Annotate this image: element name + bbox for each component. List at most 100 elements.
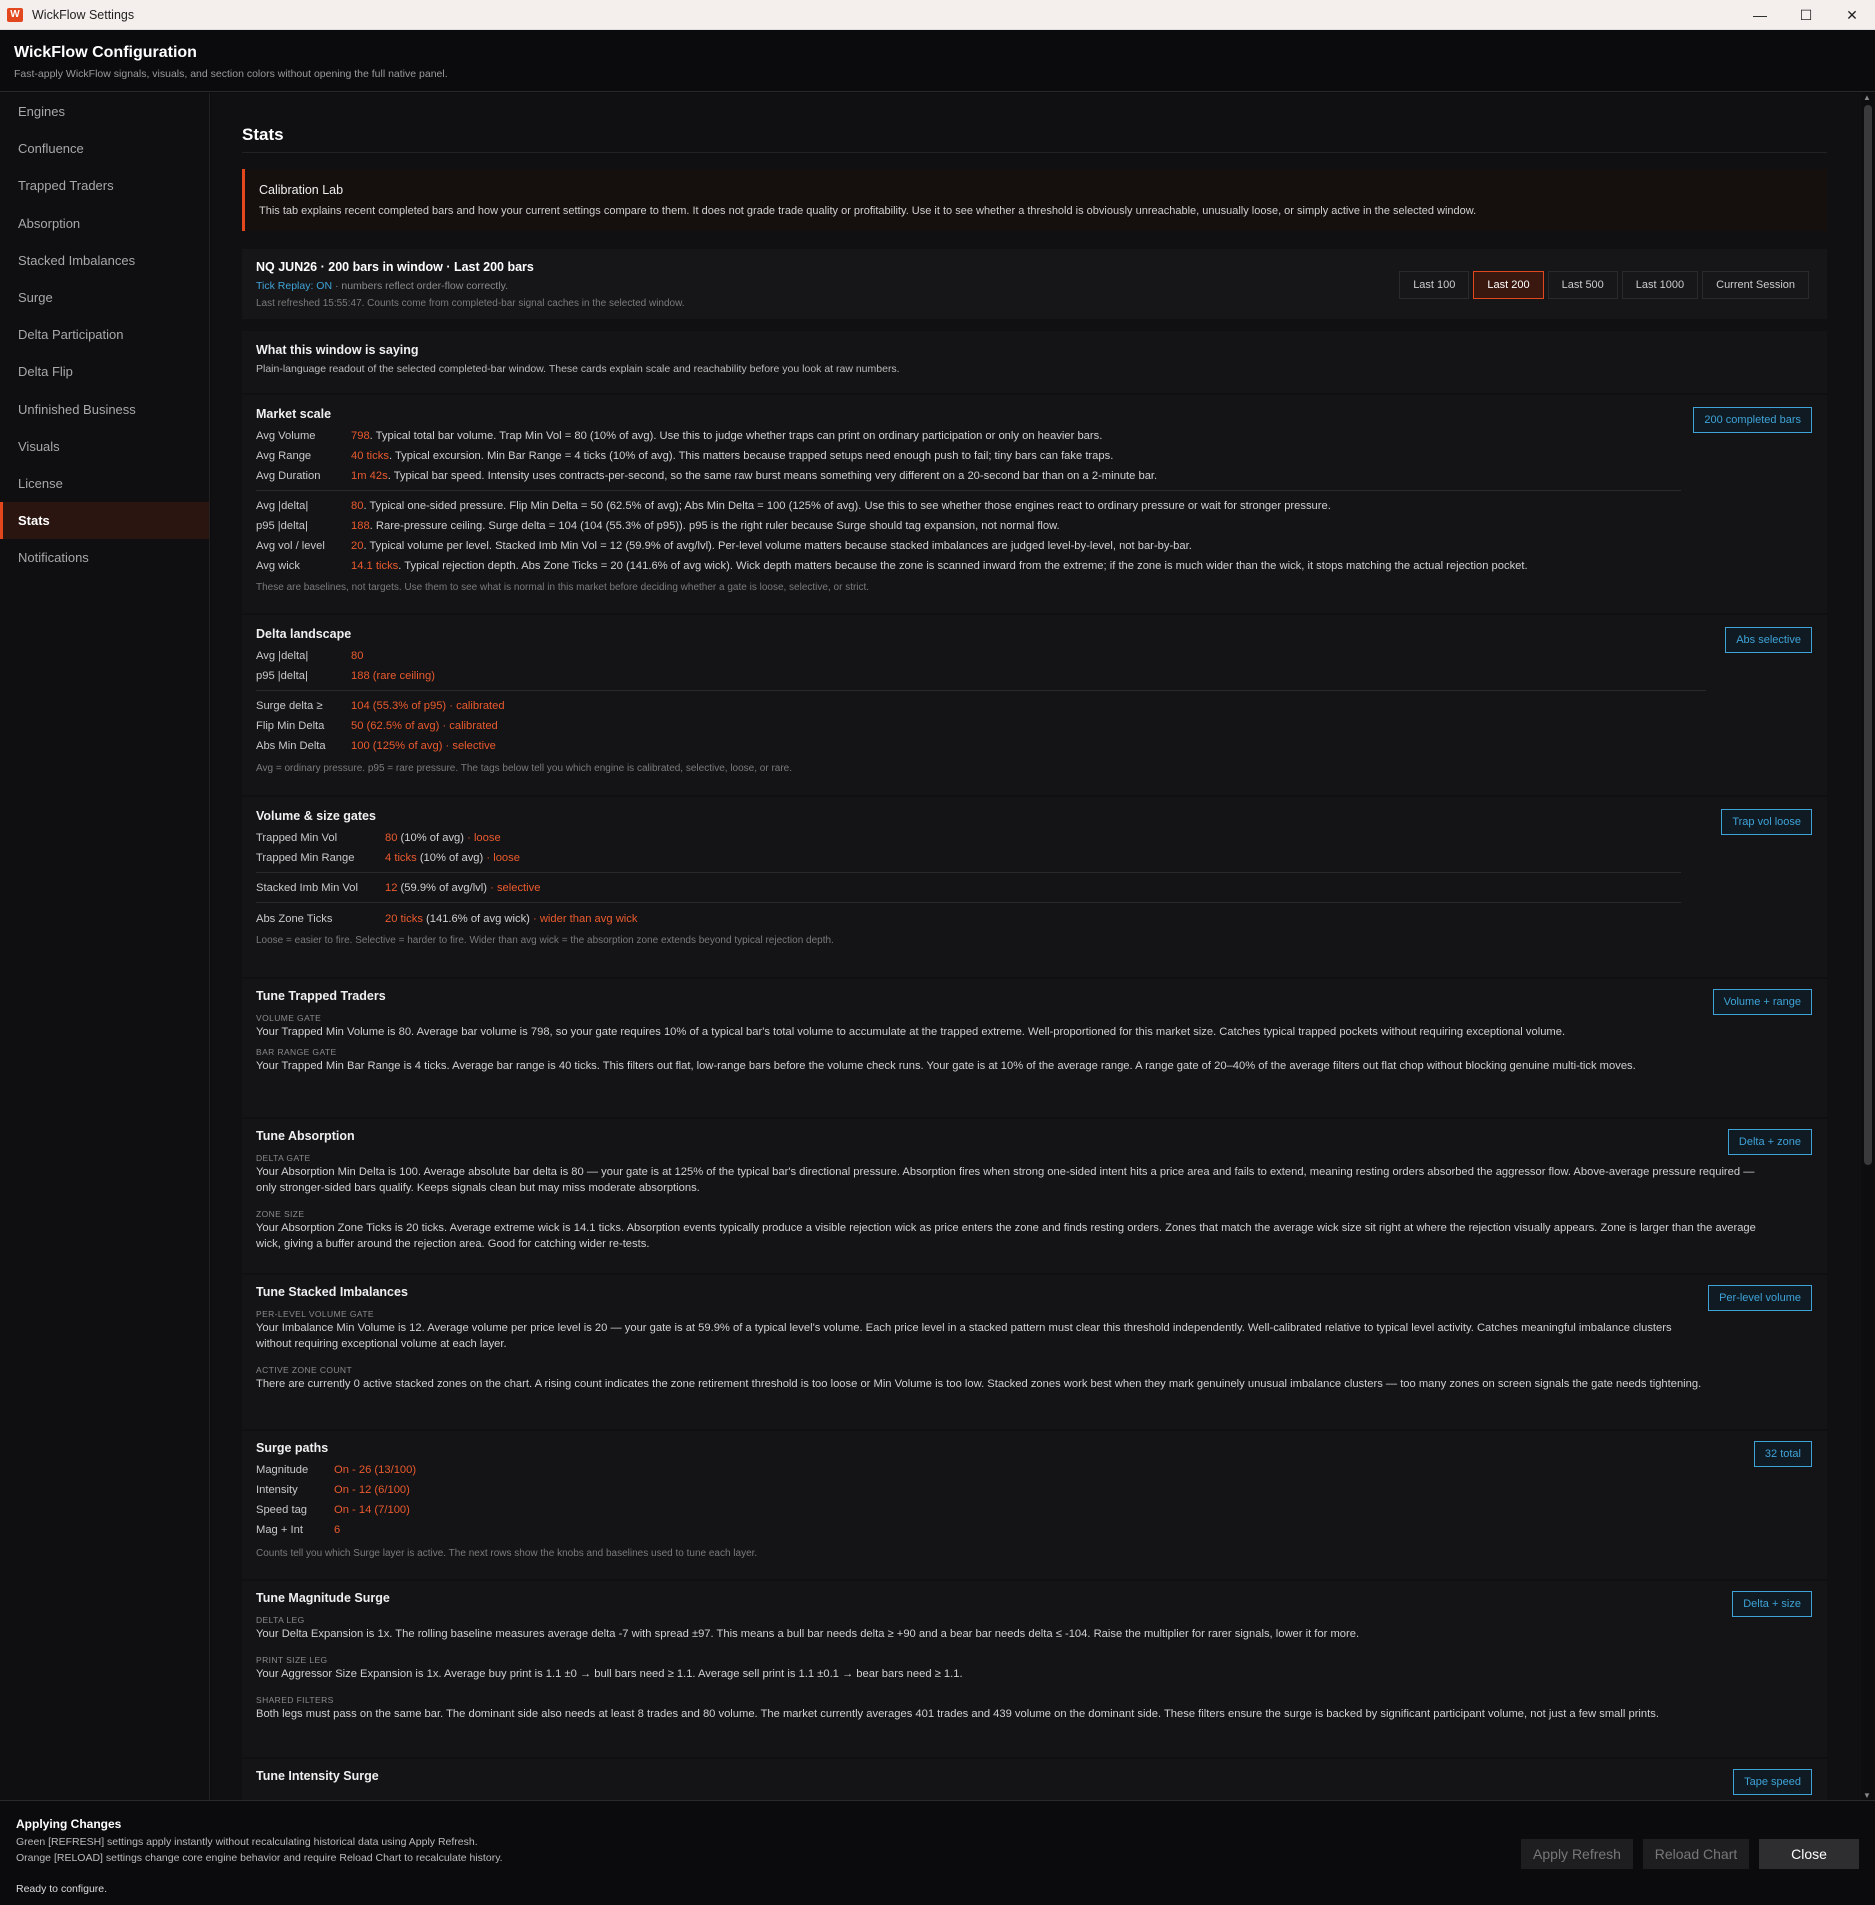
sidebar-item-delta-flip[interactable]: Delta Flip xyxy=(0,353,209,390)
section-caption: ZONE SIZE xyxy=(256,1209,305,1219)
scroll-up-icon[interactable]: ▲ xyxy=(1863,93,1871,102)
delta-landscape-card: Delta landscape Abs selective Avg |delta… xyxy=(242,615,1827,795)
stat-key: Intensity xyxy=(256,1484,298,1496)
calibration-lab-title: Calibration Lab xyxy=(259,183,344,197)
stat-value: 4 ticks xyxy=(385,852,417,864)
sidebar-item-stacked-imbalances[interactable]: Stacked Imbalances xyxy=(0,242,209,279)
sidebar-item-visuals[interactable]: Visuals xyxy=(0,428,209,465)
volume-gates-card: Volume & size gates Trap vol loose Trapp… xyxy=(242,797,1827,977)
tune-intensity-badge: Tape speed xyxy=(1733,1769,1812,1795)
stat-row: Avg wick 14.1 ticks. Typical rejection de… xyxy=(256,560,1528,572)
stat-meta: (10% of avg) xyxy=(397,832,464,844)
maximize-icon[interactable]: ☐ xyxy=(1783,0,1829,30)
section-caption: SHARED FILTERS xyxy=(256,1695,334,1705)
section-paragraph: Your Absorption Min Delta is 100. Averag… xyxy=(256,1166,1755,1194)
stat-value: 80 xyxy=(385,832,398,844)
sidebar-item-notifications[interactable]: Notifications xyxy=(0,539,209,576)
divider xyxy=(256,872,1681,873)
sidebar-item-surge[interactable]: Surge xyxy=(0,279,209,316)
range-last-100[interactable]: Last 100 xyxy=(1399,271,1470,299)
tune-stacked-badge: Per-level volume xyxy=(1708,1285,1812,1311)
stat-value: 80 xyxy=(351,650,364,662)
stat-value: 80 xyxy=(351,500,364,512)
footer: Applying Changes Green [REFRESH] setting… xyxy=(0,1800,1875,1905)
footer-line-reload: Orange [RELOAD] settings change core eng… xyxy=(16,1852,503,1864)
volume-gates-badge: Trap vol loose xyxy=(1721,809,1812,835)
tick-replay-status: Tick Replay: ON xyxy=(256,280,333,292)
footer-line-refresh: Green [REFRESH] settings apply instantly… xyxy=(16,1836,478,1848)
divider xyxy=(256,690,1706,691)
section-paragraph: Your Imbalance Min Volume is 12. Average… xyxy=(256,1322,1672,1350)
stat-text: . Typical one-sided pressure. Flip Min D… xyxy=(363,500,1331,512)
sidebar-item-confluence[interactable]: Confluence xyxy=(0,130,209,167)
sidebar-item-absorption[interactable]: Absorption xyxy=(0,205,209,242)
stat-value: 1m 42s xyxy=(351,470,388,482)
section-paragraph: Your Absorption Zone Ticks is 20 ticks. … xyxy=(256,1222,1756,1250)
range-last-200[interactable]: Last 200 xyxy=(1473,271,1544,299)
stat-value: 6 xyxy=(334,1524,341,1536)
section-paragraph: Both legs must pass on the same bar. The… xyxy=(256,1708,1659,1720)
stat-row: Trapped Min Vol 80 (10% of avg) · loose xyxy=(256,832,501,844)
stat-value: 40 ticks xyxy=(351,450,389,462)
market-scale-card: Market scale 200 completed bars Avg Volu… xyxy=(242,395,1827,613)
stat-row: Avg Volume 798. Typical total bar volume.… xyxy=(256,430,1102,442)
sidebar-item-delta-participation[interactable]: Delta Participation xyxy=(0,316,209,353)
tune-magnitude-badge: Delta + size xyxy=(1732,1591,1812,1617)
scroll-thumb[interactable] xyxy=(1864,105,1872,1165)
market-scale-note: These are baselines, not targets. Use th… xyxy=(256,582,870,593)
stat-value: 104 (55.3% of p95) · calibrated xyxy=(351,700,505,712)
sidebar-item-engines[interactable]: Engines xyxy=(0,93,209,130)
stat-tag: · wider than avg wick xyxy=(529,913,638,925)
tune-absorption-card: Tune Absorption Delta + zone DELTA GATE … xyxy=(242,1119,1827,1273)
sidebar-item-stats[interactable]: Stats xyxy=(0,502,209,540)
tune-magnitude-title: Tune Magnitude Surge xyxy=(256,1591,390,1605)
stat-value: 20 xyxy=(351,540,364,552)
stat-key: Avg Duration xyxy=(256,470,321,482)
page-title: Stats xyxy=(242,125,284,144)
stat-key: Magnitude xyxy=(256,1464,309,1476)
surge-paths-note: Counts tell you which Surge layer is act… xyxy=(256,1548,758,1559)
tune-intensity-card: Tune Intensity Surge Tape speed xyxy=(242,1759,1827,1800)
calibration-lab-body: This tab explains recent completed bars … xyxy=(259,205,1477,217)
stat-text: . Typical bar speed. Intensity uses cont… xyxy=(387,470,1158,482)
stat-key: p95 |delta| xyxy=(256,520,308,532)
stat-value: 188 xyxy=(351,520,370,532)
stat-row: Intensity On - 12 (6/100) xyxy=(256,1484,410,1496)
stat-key: Abs Zone Ticks xyxy=(256,913,333,925)
range-last-1000[interactable]: Last 1000 xyxy=(1621,271,1699,299)
stat-value: 14.1 ticks xyxy=(351,560,399,572)
sidebar-item-license[interactable]: License xyxy=(0,465,209,502)
tune-trapped-title: Tune Trapped Traders xyxy=(256,989,386,1003)
stat-value: 12 xyxy=(385,882,398,894)
stat-value: On - 14 (7/100) xyxy=(334,1504,410,1516)
section-caption: DELTA LEG xyxy=(256,1615,305,1625)
app-header: WickFlow Configuration Fast-apply WickFl… xyxy=(0,30,1875,92)
range-last-500[interactable]: Last 500 xyxy=(1547,271,1618,299)
apply-refresh-button[interactable]: Apply Refresh xyxy=(1521,1839,1633,1869)
tune-trapped-badge: Volume + range xyxy=(1712,989,1812,1015)
close-button[interactable]: Close xyxy=(1759,1839,1859,1869)
instrument-summary: NQ JUN26 · 200 bars in window · Last 200… xyxy=(256,260,534,274)
market-scale-badge: 200 completed bars xyxy=(1693,407,1812,433)
sidebar-item-trapped-traders[interactable]: Trapped Traders xyxy=(0,167,209,204)
minimize-icon[interactable]: — xyxy=(1737,0,1783,30)
sidebar-item-unfinished-business[interactable]: Unfinished Business xyxy=(0,391,209,428)
stat-row: Avg |delta| 80. Typical one-sided pressur… xyxy=(256,500,1331,512)
vertical-scrollbar[interactable]: ▲ ▼ xyxy=(1861,93,1875,1800)
section-caption: PER-LEVEL VOLUME GATE xyxy=(256,1309,374,1319)
stat-row: p95 |delta| 188. Rare-pressure ceiling. S… xyxy=(256,520,1060,532)
stat-tag: · loose xyxy=(464,832,501,844)
reload-chart-button[interactable]: Reload Chart xyxy=(1643,1839,1749,1869)
close-window-icon[interactable]: ✕ xyxy=(1829,0,1875,30)
stat-row: Avg Range 40 ticks. Typical excursion. Mi… xyxy=(256,450,1113,462)
stat-text: . Rare-pressure ceiling. Surge delta = 1… xyxy=(369,520,1060,532)
stat-value: On - 12 (6/100) xyxy=(334,1484,410,1496)
footer-title: Applying Changes xyxy=(16,1817,122,1831)
stat-tag: · selective xyxy=(487,882,541,894)
stat-meta: (10% of avg) xyxy=(416,852,484,864)
tune-stacked-title: Tune Stacked Imbalances xyxy=(256,1285,408,1299)
section-paragraph: Your Delta Expansion is 1x. The rolling … xyxy=(256,1628,1360,1640)
scroll-down-icon[interactable]: ▼ xyxy=(1863,1791,1871,1800)
range-current-session[interactable]: Current Session xyxy=(1702,271,1809,299)
stat-row: Trapped Min Range 4 ticks (10% of avg) · … xyxy=(256,852,520,864)
